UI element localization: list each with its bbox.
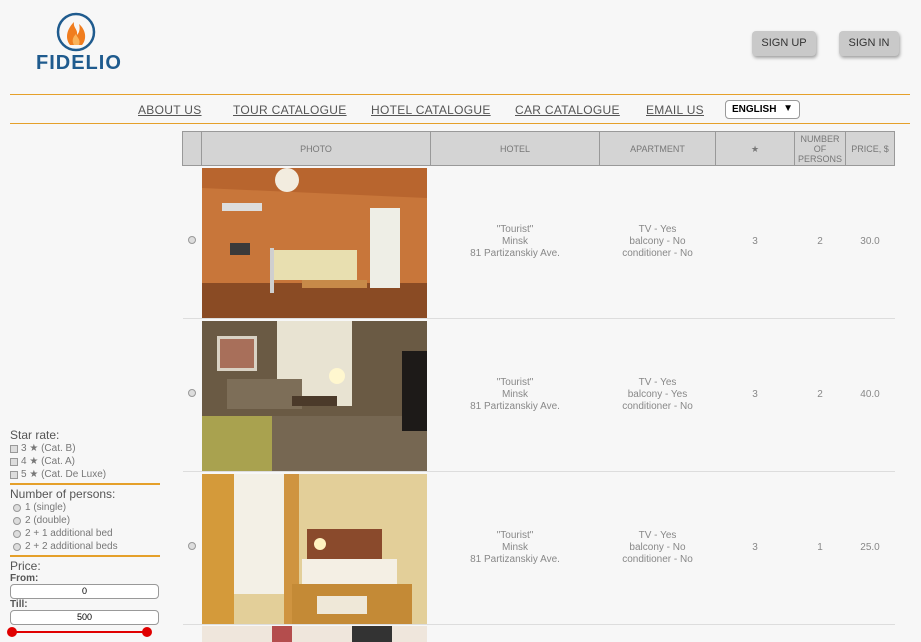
row-persons: 2 <box>794 318 846 472</box>
price-till-input[interactable]: 500 <box>10 610 159 625</box>
star-rate-title: Star rate: <box>10 428 60 442</box>
row-price: 25.0 <box>845 471 895 625</box>
checkbox[interactable] <box>10 457 18 466</box>
header-divider-bottom <box>10 123 910 124</box>
slider-track <box>11 631 148 633</box>
logo[interactable]: FIDELIO <box>36 12 122 74</box>
option-label: 2 + 2 additional beds <box>25 541 118 552</box>
hotel-address: 81 Partizanskiy Ave. <box>470 401 560 412</box>
option-label: 5 ★ (Cat. De Luxe) <box>21 469 107 480</box>
table-row: "Tourist" Minsk 81 Partizanskiy Ave. TV … <box>182 165 895 319</box>
filter-panel: Star rate: 3 ★ (Cat. B) 4 ★ (Cat. A) 5 ★… <box>7 428 160 637</box>
hotel-city: Minsk <box>501 542 529 553</box>
nav-hotel-catalogue[interactable]: HOTEL CATALOGUE <box>371 103 491 117</box>
row-stars: 3 <box>715 471 795 625</box>
star-option[interactable]: 4 ★ (Cat. A) <box>10 455 160 468</box>
option-label: 1 (single) <box>25 502 67 513</box>
row-select-radio[interactable] <box>188 389 196 397</box>
row-persons: 2 <box>794 165 846 319</box>
apartment-tv: TV - Yes <box>638 530 677 541</box>
apartment-balcony: balcony - No <box>629 542 686 553</box>
persons-title: Number of persons: <box>10 487 116 501</box>
header-price: PRICE, $ <box>845 131 895 166</box>
header-divider-top <box>10 94 910 95</box>
language-value: ENGLISH <box>732 104 777 115</box>
apartment-conditioner: conditioner - No <box>622 554 693 565</box>
checkbox[interactable] <box>10 470 18 479</box>
persons-option[interactable]: 2 (double) <box>10 514 160 527</box>
hotel-table: PHOTO HOTEL APARTMENT ★ NUMBER OF PERSON… <box>182 131 895 625</box>
persons-option[interactable]: 2 + 1 additional bed <box>10 527 160 540</box>
row-stars: 3 <box>715 318 795 472</box>
star-option[interactable]: 3 ★ (Cat. B) <box>10 442 160 455</box>
main-nav: ABOUT US TOUR CATALOGUE HOTEL CATALOGUE … <box>0 96 921 123</box>
header-hotel: HOTEL <box>430 131 600 166</box>
header-stars: ★ <box>715 131 795 166</box>
hotel-city: Minsk <box>501 236 529 247</box>
row-select-radio[interactable] <box>188 542 196 550</box>
header-persons: NUMBER OF PERSONS <box>794 131 846 166</box>
header-select <box>182 131 202 166</box>
header-photo: PHOTO <box>201 131 431 166</box>
nav-email-us[interactable]: EMAIL US <box>646 103 704 117</box>
star-option[interactable]: 5 ★ (Cat. De Luxe) <box>10 468 160 481</box>
apartment-conditioner: conditioner - No <box>622 401 693 412</box>
apartment-conditioner: conditioner - No <box>622 248 693 259</box>
hotel-address: 81 Partizanskiy Ave. <box>470 554 560 565</box>
sign-in-button[interactable]: SIGN IN <box>839 31 899 56</box>
apartment-tv: TV - Yes <box>638 377 677 388</box>
brand-name: FIDELIO <box>36 52 122 74</box>
price-from-label: From: <box>10 573 39 584</box>
price-range-slider[interactable] <box>7 627 152 637</box>
hotel-name: "Tourist" <box>496 224 534 235</box>
row-select-radio[interactable] <box>188 236 196 244</box>
nav-car-catalogue[interactable]: CAR CATALOGUE <box>515 103 620 117</box>
filter-divider <box>10 483 160 485</box>
caret-down-icon: ▼ <box>783 103 793 114</box>
option-label: 2 + 1 additional bed <box>25 528 113 539</box>
price-title: Price: <box>10 559 41 573</box>
sign-up-button[interactable]: SIGN UP <box>752 31 816 56</box>
hotel-name: "Tourist" <box>496 530 534 541</box>
flame-logo-icon <box>56 12 96 52</box>
persons-option[interactable]: 1 (single) <box>10 501 160 514</box>
persons-option[interactable]: 2 + 2 additional beds <box>10 540 160 553</box>
table-row: "Tourist" Minsk 81 Partizanskiy Ave. TV … <box>182 471 895 625</box>
option-label: 4 ★ (Cat. A) <box>21 456 75 467</box>
radio[interactable] <box>13 542 21 551</box>
slider-max-handle[interactable] <box>142 627 152 637</box>
nav-tour-catalogue[interactable]: TOUR CATALOGUE <box>233 103 347 117</box>
hotel-address: 81 Partizanskiy Ave. <box>470 248 560 259</box>
room-photo <box>201 167 427 318</box>
row-price: 40.0 <box>845 318 895 472</box>
room-photo <box>201 320 427 471</box>
apartment-balcony: balcony - No <box>629 236 686 247</box>
apartment-tv: TV - Yes <box>638 224 677 235</box>
room-photo <box>201 473 427 624</box>
table-row: "Tourist" Minsk 81 Partizanskiy Ave. TV … <box>182 318 895 472</box>
radio[interactable] <box>13 503 21 512</box>
price-till-label: Till: <box>10 599 28 610</box>
radio[interactable] <box>13 529 21 538</box>
hotel-city: Minsk <box>501 389 529 400</box>
nav-about-us[interactable]: ABOUT US <box>138 103 202 117</box>
language-select[interactable]: ENGLISH ▼ <box>725 100 800 119</box>
header-apartment: APARTMENT <box>599 131 716 166</box>
checkbox[interactable] <box>10 444 18 453</box>
row-price: 30.0 <box>845 165 895 319</box>
row-stars: 3 <box>715 165 795 319</box>
row-persons: 1 <box>794 471 846 625</box>
slider-min-handle[interactable] <box>7 627 17 637</box>
apartment-balcony: balcony - Yes <box>627 389 688 400</box>
radio[interactable] <box>13 516 21 525</box>
option-label: 3 ★ (Cat. B) <box>21 443 76 454</box>
filter-divider <box>10 555 160 557</box>
option-label: 2 (double) <box>25 515 71 526</box>
price-from-input[interactable]: 0 <box>10 584 159 599</box>
hotel-name: "Tourist" <box>496 377 534 388</box>
room-photo-partial <box>202 626 427 642</box>
